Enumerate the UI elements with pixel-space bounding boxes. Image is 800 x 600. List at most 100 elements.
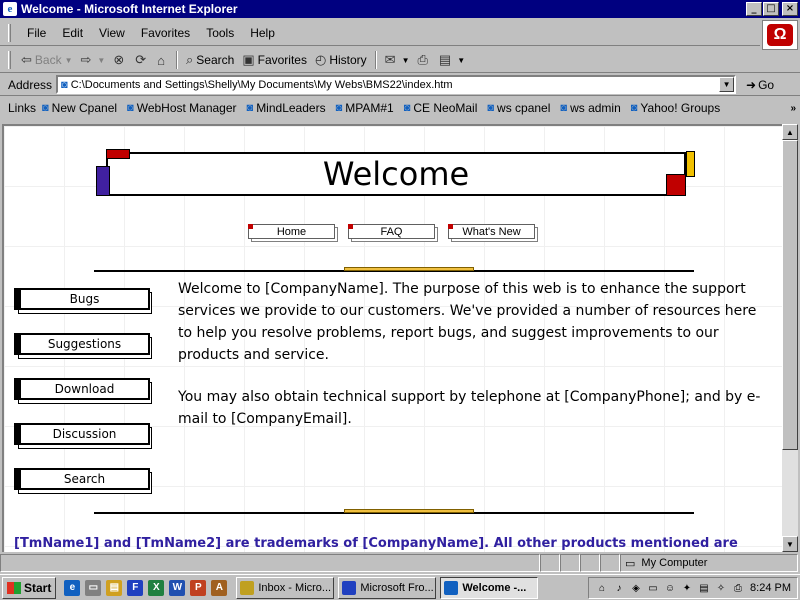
- address-url[interactable]: C:\Documents and Settings\Shelly\My Docu…: [71, 79, 453, 91]
- chevron-down-icon[interactable]: ▼: [97, 56, 105, 65]
- link-new-cpanel[interactable]: ◙ New Cpanel: [42, 101, 117, 115]
- menu-tools[interactable]: Tools: [198, 26, 242, 40]
- link-ws-cpanel[interactable]: ◙ ws cpanel: [487, 101, 550, 115]
- nav-faq-button[interactable]: FAQ: [348, 224, 438, 242]
- system-clock[interactable]: 8:24 PM: [750, 582, 791, 594]
- side-nav-download[interactable]: Download: [14, 378, 154, 404]
- volume-icon[interactable]: ♪: [612, 581, 626, 595]
- link-webhost-manager[interactable]: ◙ WebHost Manager: [127, 101, 236, 115]
- clipboard-icon[interactable]: ▤: [697, 581, 711, 595]
- computer-icon: ▭: [625, 557, 636, 570]
- outlook-icon: [240, 580, 255, 595]
- search-icon: ⌕: [186, 52, 194, 67]
- page-icon: ◙: [61, 78, 68, 91]
- link-page-icon: ◙: [487, 102, 495, 114]
- side-nav-suggestions[interactable]: Suggestions: [14, 333, 154, 359]
- link-page-icon: ◙: [403, 102, 411, 114]
- desktop-launch-icon[interactable]: ▭: [85, 579, 102, 596]
- side-nav-search[interactable]: Search: [14, 468, 154, 494]
- link-yahoo-groups[interactable]: ◙ Yahoo! Groups: [631, 101, 720, 115]
- start-button[interactable]: Start: [2, 576, 57, 599]
- support-paragraph: You may also obtain technical support by…: [178, 389, 761, 427]
- edit-button[interactable]: ▤ ▼: [435, 49, 469, 71]
- window-title-bar[interactable]: e Welcome - Microsoft Internet Explorer …: [0, 0, 800, 18]
- stop-button[interactable]: ⊗: [109, 49, 131, 71]
- link-mpam[interactable]: ◙ MPAM#1: [336, 101, 394, 115]
- mail-button[interactable]: ✉ ▼: [381, 49, 414, 71]
- back-button[interactable]: ⇦ Back ▼: [17, 49, 77, 71]
- toolbar-grip[interactable]: [8, 23, 11, 42]
- top-navigation: Home FAQ What's New: [248, 224, 548, 242]
- standard-toolbar: ⇦ Back ▼ ⇨ ▼ ⊗ ⟳ ⌂ ⌕ Search ▣ Favorites ◴ Hist…: [0, 48, 800, 73]
- menu-favorites[interactable]: Favorites: [133, 26, 198, 40]
- menu-file[interactable]: File: [19, 26, 54, 40]
- excel-launch-icon[interactable]: X: [148, 579, 165, 596]
- stop-icon: ⊗: [113, 52, 125, 67]
- history-button[interactable]: ◴ History: [311, 49, 371, 71]
- side-nav-bugs[interactable]: Bugs: [14, 288, 154, 314]
- chevron-down-icon[interactable]: ▼: [65, 56, 73, 65]
- link-ce-neomail[interactable]: ◙ CE NeoMail: [404, 101, 478, 115]
- maximize-button[interactable]: □: [763, 2, 779, 16]
- go-button[interactable]: ➜ Go: [746, 78, 774, 92]
- links-label: Links: [8, 101, 37, 115]
- edit-page-icon: ▤: [438, 52, 452, 67]
- taskbar: Start e ▭ ▤ F X W P A Inbox - Micro... M…: [0, 574, 800, 600]
- refresh-button[interactable]: ⟳: [131, 49, 153, 71]
- task-frontpage[interactable]: Microsoft Fro...: [338, 576, 437, 599]
- link-page-icon: ◙: [246, 102, 254, 114]
- status-cell: [560, 554, 580, 572]
- minimize-button[interactable]: _: [746, 2, 762, 16]
- frontpage-launch-icon[interactable]: F: [127, 579, 144, 596]
- toolbar-grip[interactable]: [8, 51, 11, 69]
- scroll-down-icon[interactable]: ▼: [782, 536, 798, 552]
- nav-whats-new-button[interactable]: What's New: [448, 224, 538, 242]
- access-launch-icon[interactable]: A: [211, 579, 228, 596]
- link-page-icon: ◙: [630, 102, 638, 114]
- nav-home-button[interactable]: Home: [248, 224, 338, 242]
- favorites-button[interactable]: ▣ Favorites: [238, 49, 311, 71]
- links-more-icon[interactable]: »: [790, 103, 796, 114]
- folder-launch-icon[interactable]: ▤: [106, 579, 123, 596]
- ie-launch-icon[interactable]: e: [64, 579, 81, 596]
- word-launch-icon[interactable]: W: [169, 579, 186, 596]
- antivirus-icon[interactable]: ✦: [680, 581, 694, 595]
- vertical-scrollbar[interactable]: ▲ ▼: [782, 124, 798, 552]
- print-button[interactable]: ⎙: [414, 49, 435, 71]
- forward-button[interactable]: ⇨ ▼: [77, 49, 110, 71]
- side-nav-discussion[interactable]: Discussion: [14, 423, 154, 449]
- address-input[interactable]: ◙ C:\Documents and Settings\Shelly\My Do…: [56, 75, 737, 94]
- toolbar-separator: [374, 51, 377, 69]
- chevron-down-icon[interactable]: ▼: [457, 56, 465, 65]
- scroll-up-icon[interactable]: ▲: [782, 124, 798, 140]
- network-icon[interactable]: ⌂: [595, 581, 609, 595]
- close-button[interactable]: ×: [782, 2, 798, 16]
- intro-paragraph: Welcome to [CompanyName]. The purpose of…: [178, 281, 757, 363]
- menu-help[interactable]: Help: [242, 26, 283, 40]
- search-button[interactable]: ⌕ Search: [182, 49, 238, 71]
- link-page-icon: ◙: [560, 102, 568, 114]
- mail-icon: ✉: [384, 52, 396, 67]
- brand-logo-icon: Ω: [767, 24, 793, 46]
- menu-view[interactable]: View: [91, 26, 133, 40]
- powerpoint-launch-icon[interactable]: P: [190, 579, 207, 596]
- address-dropdown-icon[interactable]: ▼: [719, 77, 735, 92]
- menu-edit[interactable]: Edit: [54, 26, 91, 40]
- link-mindleaders[interactable]: ◙ MindLeaders: [247, 101, 326, 115]
- messenger-icon[interactable]: ☺: [663, 581, 677, 595]
- chevron-down-icon[interactable]: ▼: [402, 56, 410, 65]
- printer-icon[interactable]: ⎙: [731, 581, 745, 595]
- link-ws-admin[interactable]: ◙ ws admin: [560, 101, 620, 115]
- link-page-icon: ◙: [335, 102, 343, 114]
- status-cell: [540, 554, 560, 572]
- home-button[interactable]: ⌂: [153, 49, 172, 71]
- satellite-icon[interactable]: ✧: [714, 581, 728, 595]
- forward-arrow-icon: ⇨: [80, 52, 92, 67]
- task-inbox[interactable]: Inbox - Micro...: [236, 576, 335, 599]
- scroll-thumb[interactable]: [782, 140, 798, 450]
- shield-icon[interactable]: ◈: [629, 581, 643, 595]
- ie-icon: e: [3, 2, 17, 16]
- history-icon: ◴: [314, 52, 327, 67]
- task-welcome[interactable]: Welcome -...: [440, 576, 539, 599]
- monitor-icon[interactable]: ▭: [646, 581, 660, 595]
